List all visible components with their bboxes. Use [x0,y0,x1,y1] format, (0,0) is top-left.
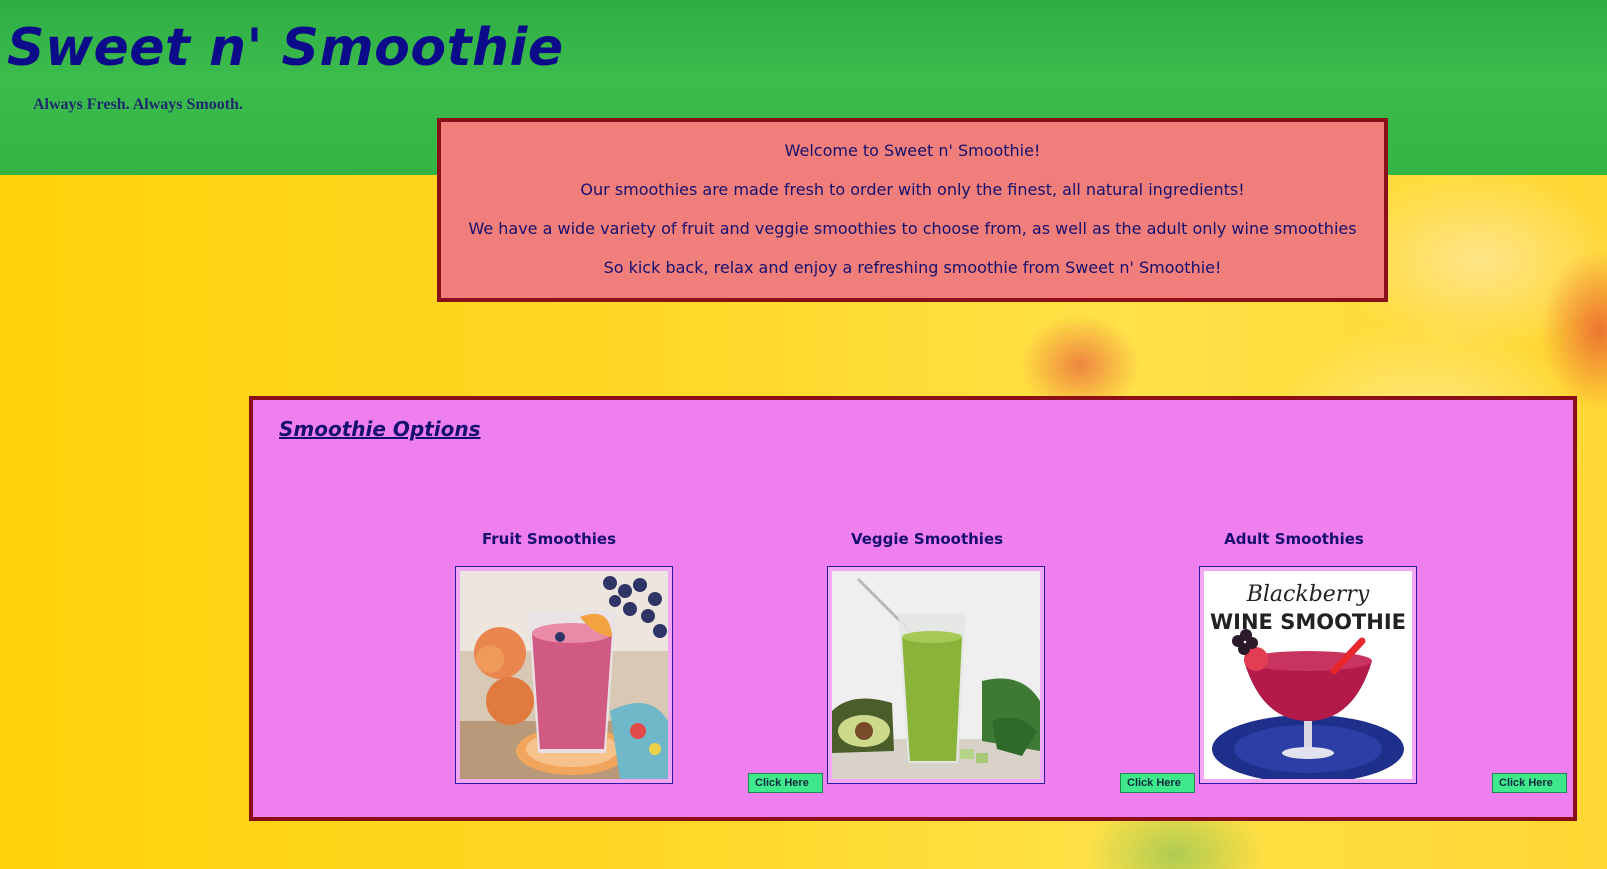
smoothie-options-panel: Smoothie Options Fruit Smoothies Click H… [249,396,1577,821]
tagline: Always Fresh. Always Smooth. [33,96,243,113]
veggie-smoothies-title: Veggie Smoothies [850,530,1004,548]
smoothie-options-heading: Smoothie Options [279,417,481,441]
veggie-click-here-button[interactable]: Click Here [1120,773,1195,793]
adult-image-text-line2: WINE SMOOTHIE [1210,610,1406,634]
adult-smoothie-picture: Blackberry WINE SMOOTHIE [1204,571,1412,779]
fruit-smoothie-image[interactable] [455,566,673,784]
welcome-line: We have a wide variety of fruit and vegg… [468,219,1357,238]
fruit-click-here-button[interactable]: Click Here [748,773,823,793]
adult-image-text-line1: Blackberry [1246,582,1370,607]
welcome-line: Welcome to Sweet n' Smoothie! [784,141,1041,160]
veggie-smoothie-picture [832,571,1040,779]
veggie-smoothie-image[interactable] [827,566,1045,784]
welcome-box: Welcome to Sweet n' Smoothie! Our smooth… [437,118,1388,302]
welcome-line: Our smoothies are made fresh to order wi… [580,180,1245,199]
site-title: Sweet n' Smoothie [7,18,564,78]
fruit-smoothies-title: Fruit Smoothies [481,530,617,548]
fruit-smoothie-picture [460,571,668,779]
adult-smoothies-title: Adult Smoothies [1224,530,1364,548]
adult-smoothie-image[interactable]: Blackberry WINE SMOOTHIE [1199,566,1417,784]
welcome-line: So kick back, relax and enjoy a refreshi… [603,258,1222,277]
adult-click-here-button[interactable]: Click Here [1492,773,1567,793]
